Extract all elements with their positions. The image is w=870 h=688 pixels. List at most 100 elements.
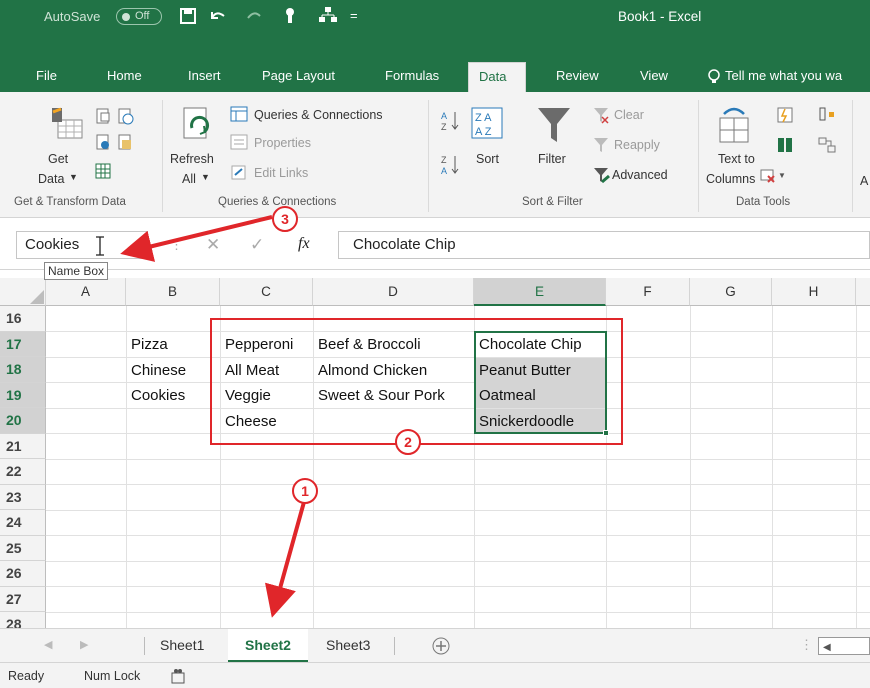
reapply-icon [594,138,608,152]
tab-page-layout[interactable]: Page Layout [262,62,335,92]
title-bar: AutoSave Off = Book1 - Excel [0,0,870,62]
cell-b18[interactable]: Chinese [127,358,219,383]
tab-review[interactable]: Review [556,62,599,92]
cancel-entry-icon[interactable]: ✕ [206,235,220,255]
column-header-d[interactable]: D [313,278,474,306]
lightbulb-icon [708,69,720,83]
from-text-icon[interactable] [94,108,112,126]
cell-b19[interactable]: Cookies [127,383,219,408]
queries-connections-button[interactable]: Queries & Connections [254,108,383,122]
scroll-left-icon[interactable]: ◀ [44,638,52,651]
autosave-toggle[interactable]: Off [116,8,162,25]
column-header-b[interactable]: B [126,278,220,306]
consolidate-icon[interactable] [818,106,836,124]
document-title: Book1 - Excel [618,9,702,24]
gridline [46,459,870,460]
column-header-partial [856,278,870,306]
filter-button[interactable]: Filter [538,152,566,166]
column-header-e[interactable]: E [474,278,606,306]
refresh-all-icon [183,107,209,139]
existing-connections-icon[interactable] [94,162,112,180]
filter-icon [538,108,570,142]
row-header-16[interactable]: 16 [0,306,46,332]
save-icon[interactable] [180,8,196,24]
status-bar: Ready Num Lock [0,662,870,688]
tab-insert[interactable]: Insert [188,62,221,92]
formula-input[interactable]: Chocolate Chip [338,231,870,259]
sheet-tab-3[interactable]: Sheet3 [326,629,370,663]
tab-view[interactable]: View [640,62,668,92]
row-header-28[interactable]: 28 [0,612,46,628]
sort-descending-icon[interactable]: ZA [440,154,460,176]
clear-button[interactable]: Clear [614,108,644,122]
row-header-26[interactable]: 26 [0,561,46,587]
sheet-tab-2[interactable]: Sheet2 [228,629,308,663]
row-header-24[interactable]: 24 [0,510,46,536]
undo-icon[interactable] [208,8,228,24]
row-header-19[interactable]: 19 [0,382,46,408]
name-box[interactable]: Cookies [16,231,148,259]
reapply-button[interactable]: Reapply [614,138,660,152]
column-header-a[interactable]: A [46,278,126,306]
from-table-icon[interactable] [94,134,112,152]
gridline [46,561,870,562]
flash-fill-icon[interactable] [776,106,794,124]
add-sheet-icon[interactable] [432,637,450,655]
more-options-icon[interactable]: ⋮ [170,237,183,253]
column-header-h[interactable]: H [772,278,856,306]
more-sheets-icon[interactable]: ⋮ [800,637,813,653]
svg-text:A Z: A Z [475,126,492,138]
row-header-21[interactable]: 21 [0,433,46,459]
cut-off-label: A [860,174,869,188]
column-header-c[interactable]: C [220,278,313,306]
svg-text:▼: ▼ [778,171,786,180]
row-header-17[interactable]: 17 [0,331,46,357]
row-header-27[interactable]: 27 [0,586,46,612]
row-header-22[interactable]: 22 [0,459,46,485]
tab-file[interactable]: File [36,62,57,92]
tell-me-box[interactable]: Tell me what you wa [725,62,842,92]
tab-home[interactable]: Home [107,62,142,92]
columns-label: Columns [706,172,756,186]
sort-button[interactable]: Sort [476,152,499,166]
advanced-button[interactable]: Advanced [612,168,668,182]
from-web-icon[interactable] [116,108,134,126]
macro-recorder-icon[interactable] [170,667,188,685]
column-header-g[interactable]: G [690,278,772,306]
tab-data[interactable]: Data [468,62,526,92]
insert-function-button[interactable]: fx [298,235,310,253]
gridline [46,612,870,613]
sitemap-icon[interactable] [318,6,338,24]
properties-button[interactable]: Properties [254,136,311,150]
cell-b17[interactable]: Pizza [127,332,219,357]
scroll-right-icon[interactable]: ▶ [80,638,88,651]
worksheet-grid[interactable]: A B C D E F G H 16 17 18 19 20 21 22 23 … [0,278,870,628]
touch-mode-icon[interactable] [282,6,298,24]
sort-icon: Z A A Z [471,107,503,139]
data-validation-icon[interactable] [776,136,794,154]
gridline [46,586,870,587]
divider [162,100,163,212]
row-header-20[interactable]: 20 [0,408,46,434]
gridline [690,306,691,628]
column-header-f[interactable]: F [606,278,690,306]
row-header-25[interactable]: 25 [0,535,46,561]
formula-bar-area: Cookies ⋮ ✕ ✓ fx Chocolate Chip Name Box [0,220,870,280]
relationships-icon[interactable] [818,136,836,154]
row-header-23[interactable]: 23 [0,484,46,510]
customize-toolbar-icon[interactable]: = [350,8,358,23]
row-header-18[interactable]: 18 [0,357,46,383]
svg-text:Z: Z [441,155,447,165]
horizontal-scrollbar[interactable]: ◀ [818,637,870,655]
confirm-entry-icon[interactable]: ✓ [250,235,264,255]
redo-icon[interactable] [244,8,264,24]
sheet-tab-1[interactable]: Sheet1 [160,629,204,663]
sort-ascending-icon[interactable]: AZ [440,110,460,132]
recent-sources-icon[interactable] [116,134,134,152]
tab-formulas[interactable]: Formulas [385,62,439,92]
queries-connections-icon [230,106,248,122]
edit-links-button[interactable]: Edit Links [254,166,308,180]
text-to-columns-icon [719,107,749,143]
select-all-corner[interactable] [0,278,46,306]
remove-duplicates-icon[interactable]: ▼ [760,168,786,184]
